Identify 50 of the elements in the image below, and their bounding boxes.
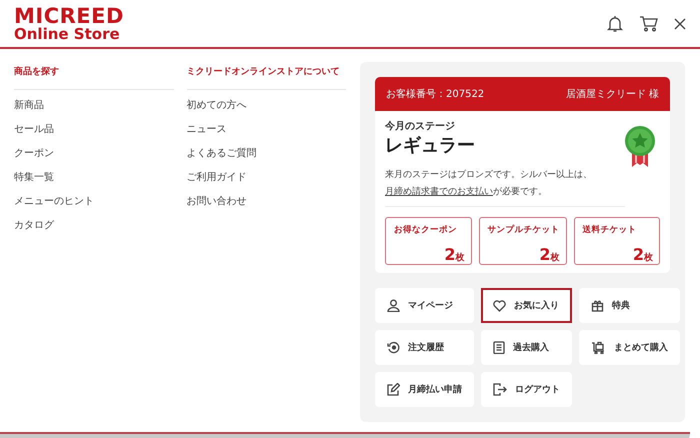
ticket-card[interactable]: サンプルチケット 2枚 <box>478 217 566 265</box>
menu-tile[interactable]: マイページ <box>375 288 474 323</box>
ticket-count: 2枚 <box>443 246 464 264</box>
close-icon[interactable] <box>674 18 686 30</box>
edit-icon <box>387 383 400 396</box>
bell-icon[interactable] <box>607 15 623 32</box>
ticket-label: サンプルチケット <box>488 224 560 236</box>
nav-link[interactable]: 初めての方へ <box>186 100 246 111</box>
customer-name: 居酒屋ミクリード 様 <box>566 88 659 101</box>
logout-icon <box>493 383 507 396</box>
history-icon <box>387 341 400 354</box>
stage-note: 来月のステージはブロンズです。シルバー以上は、 月締め請求書でのお支払いが必要です。 <box>385 167 625 207</box>
menu-tile[interactable]: 特典 <box>579 288 680 323</box>
nav-link[interactable]: 特集一覧 <box>14 172 54 183</box>
logo-wordmark: MICREED <box>14 6 124 26</box>
ticket-label: 送料チケット <box>582 224 638 236</box>
ticket-card[interactable]: 送料チケット 2枚 <box>574 217 660 265</box>
menu-tile[interactable]: 注文履歴 <box>375 330 474 365</box>
person-icon <box>387 299 400 312</box>
nav-link[interactable]: ニュース <box>186 124 226 135</box>
cart-box-icon <box>591 341 606 354</box>
nav-link[interactable]: セール品 <box>14 124 54 135</box>
ticket-card[interactable]: お得なクーポン 2枚 <box>385 217 472 265</box>
menu-tile[interactable]: まとめて購入 <box>579 330 680 365</box>
nav-heading: ミクリードオンラインストアについて <box>186 62 346 90</box>
clipboard-icon <box>493 341 505 354</box>
nav-link[interactable]: お問い合わせ <box>186 196 246 207</box>
menu-tile[interactable]: お気に入り <box>481 288 572 323</box>
nav-link[interactable]: クーポン <box>14 148 54 159</box>
nav-link[interactable]: ご利用ガイド <box>186 172 246 183</box>
ticket-count: 2枚 <box>632 246 653 264</box>
nav-link[interactable]: 新商品 <box>14 100 44 111</box>
ticket-count: 2枚 <box>538 246 560 264</box>
ticket-label: お得なクーポン <box>394 224 458 236</box>
stage-label: 今月のステージ <box>385 120 456 133</box>
logo-subtitle: Online Store <box>14 26 121 42</box>
nav-link[interactable]: よくあるご質問 <box>186 148 256 159</box>
gift-icon <box>591 299 604 312</box>
cart-icon[interactable] <box>639 15 658 32</box>
nav-link[interactable]: カタログ <box>14 220 54 231</box>
nav-heading: 商品を探す <box>14 62 174 90</box>
medal-icon <box>624 125 656 167</box>
menu-tile[interactable]: ログアウト <box>481 372 572 407</box>
menu-tile[interactable]: 月締払い申請 <box>375 372 474 407</box>
invoice-payment-link[interactable]: 月締め請求書でのお支払い <box>385 187 493 197</box>
stage-name: レギュラー <box>385 135 475 157</box>
nav-link[interactable]: メニューのヒント <box>14 196 94 207</box>
heart-icon <box>493 300 506 312</box>
customer-number: お客様番号：207522 <box>386 88 484 101</box>
menu-tile[interactable]: 過去購入 <box>481 330 572 365</box>
